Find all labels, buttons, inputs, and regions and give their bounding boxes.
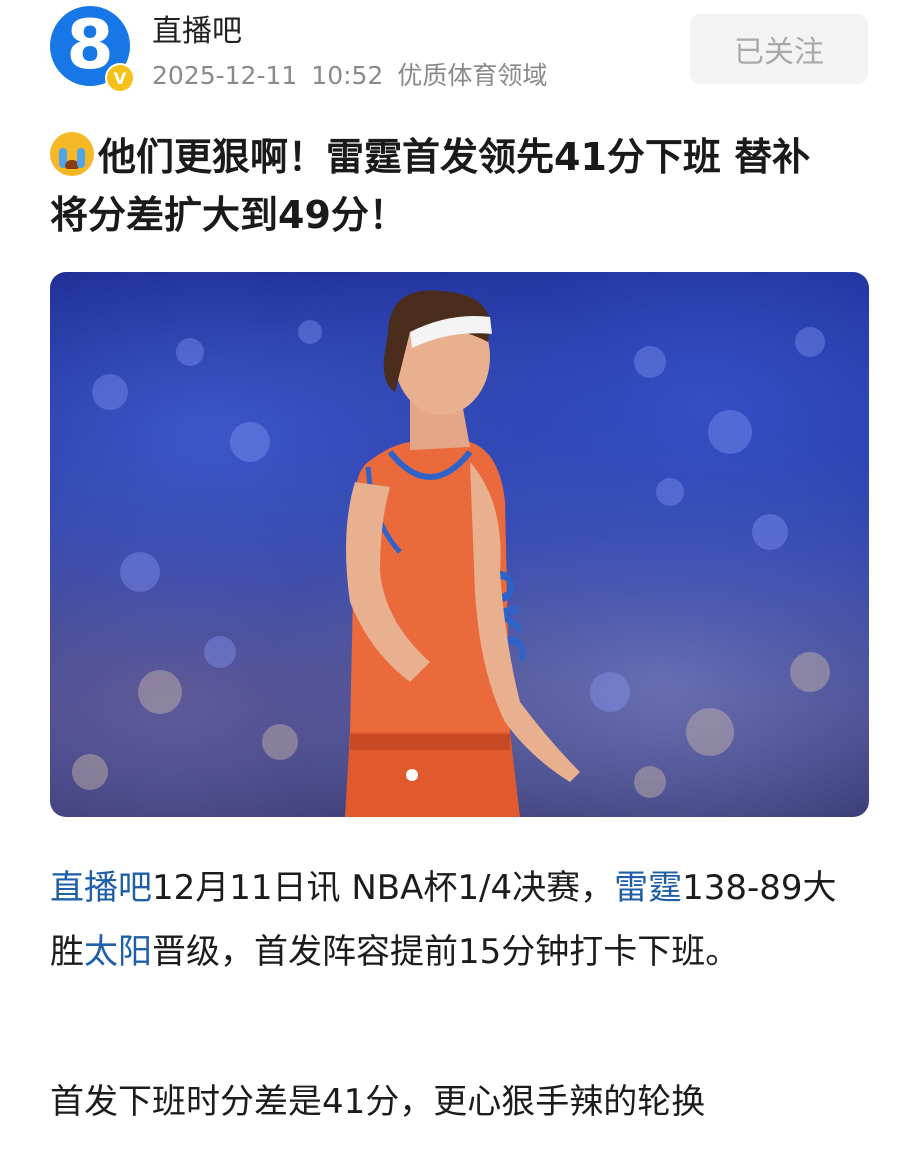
- headline-line-1: 他们更狠啊！雷霆首发领先41分下班 替补: [98, 135, 811, 179]
- account-name[interactable]: 直播吧: [152, 6, 242, 50]
- paragraph-text: 12月11日讯 NBA杯1/4决赛，: [152, 868, 615, 908]
- article-headline: 他们更狠啊！雷霆首发领先41分下班 替补 将分差扩大到49分！: [50, 128, 880, 244]
- follow-button[interactable]: 已关注: [690, 14, 868, 84]
- verified-badge-icon: V: [105, 63, 135, 93]
- avatar[interactable]: 8 V: [50, 6, 135, 93]
- source-link[interactable]: 直播吧: [50, 868, 152, 908]
- article-photo[interactable]: OKC: [50, 272, 869, 817]
- post-meta: 2025-12-11 10:52 优质体育领域: [152, 56, 561, 92]
- crying-face-icon: [50, 132, 94, 176]
- team-link-thunder[interactable]: 雷霆: [614, 868, 682, 908]
- post-header: 8 V 直播吧 2025-12-11 10:52 优质体育领域 已关注: [0, 0, 920, 110]
- post-time: 10:52: [311, 61, 384, 90]
- player-photo-illustration: OKC: [72, 290, 830, 817]
- paragraph-text: 晋级，首发阵容提前15分钟打卡下班。: [152, 932, 740, 972]
- team-link-suns[interactable]: 太阳: [84, 932, 152, 972]
- post-category: 优质体育领域: [397, 61, 548, 90]
- post-date: 2025-12-11: [152, 61, 298, 90]
- article-paragraph-2: 首发下班时分差是41分，更心狠手辣的轮换: [50, 1082, 706, 1122]
- headline-line-2: 将分差扩大到49分！: [50, 193, 407, 237]
- article-paragraph-1: 直播吧12月11日讯 NBA杯1/4决赛，雷霆138-89大胜太阳晋级，首发阵容…: [50, 856, 870, 984]
